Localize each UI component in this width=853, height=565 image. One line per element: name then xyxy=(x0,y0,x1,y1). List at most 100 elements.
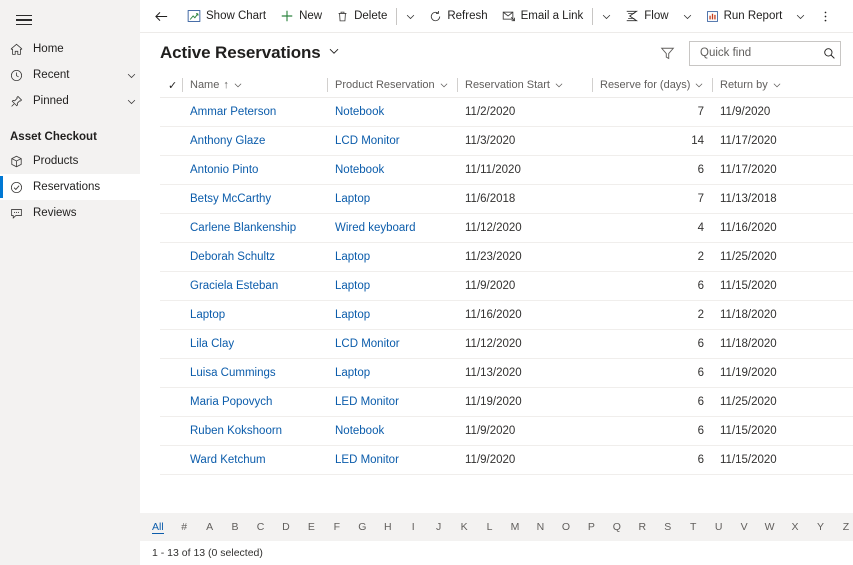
cell-name[interactable]: Laptop xyxy=(182,300,327,330)
alpha-filter-all[interactable]: All xyxy=(152,521,164,534)
view-selector[interactable]: Active Reservations xyxy=(160,43,340,63)
sidebar-item-pinned[interactable]: Pinned xyxy=(0,88,140,114)
table-row[interactable]: Lila Clay LCD Monitor 11/12/2020 6 11/18/202… xyxy=(160,329,853,359)
run-report-caret-icon[interactable] xyxy=(789,0,812,32)
table-row[interactable]: Ruben Kokshoorn Notebook 11/9/2020 6 11/15/2… xyxy=(160,416,853,446)
table-row[interactable]: Laptop Laptop 11/16/2020 2 11/18/2020 xyxy=(160,300,853,330)
alpha-filter-t[interactable]: T xyxy=(688,521,698,533)
cell-product[interactable]: Laptop xyxy=(327,300,457,330)
alpha-filter-x[interactable]: X xyxy=(790,521,800,533)
filter-icon[interactable] xyxy=(653,39,681,67)
cell-product[interactable]: LCD Monitor xyxy=(327,329,457,359)
cell-product[interactable]: Notebook xyxy=(327,155,457,185)
alpha-filter-k[interactable]: K xyxy=(459,521,469,533)
flow-button[interactable]: Flow xyxy=(618,0,675,32)
alpha-filter-o[interactable]: O xyxy=(561,521,571,533)
row-checkbox[interactable] xyxy=(160,213,182,243)
new-button[interactable]: New xyxy=(273,0,329,32)
cell-name[interactable]: Antonio Pinto xyxy=(182,155,327,185)
column-header-reserve-for-days[interactable]: Reserve for (days) xyxy=(592,73,712,98)
alpha-filter-h[interactable]: H xyxy=(383,521,393,533)
alpha-filter-c[interactable]: C xyxy=(255,521,265,533)
email-a-link-caret-icon[interactable] xyxy=(595,0,618,32)
cell-name[interactable]: Betsy McCarthy xyxy=(182,184,327,214)
column-header-return-by[interactable]: Return by xyxy=(712,73,853,98)
cell-name[interactable]: Luisa Cummings xyxy=(182,358,327,388)
cell-product[interactable]: Notebook xyxy=(327,97,457,127)
cell-product[interactable]: Laptop xyxy=(327,358,457,388)
alpha-filter-q[interactable]: Q xyxy=(612,521,622,533)
cell-name[interactable]: Ammar Peterson xyxy=(182,97,327,127)
chevron-down-icon[interactable] xyxy=(122,70,140,81)
row-checkbox[interactable] xyxy=(160,97,182,127)
table-row[interactable]: Luisa Cummings Laptop 11/13/2020 6 11/19/202… xyxy=(160,358,853,388)
cell-name[interactable]: Ward Ketchum xyxy=(182,445,327,475)
table-row[interactable]: Ammar Peterson Notebook 11/2/2020 7 11/9/202… xyxy=(160,97,853,127)
alpha-filter-l[interactable]: L xyxy=(485,521,495,533)
table-row[interactable]: Graciela Esteban Laptop 11/9/2020 6 11/15/20… xyxy=(160,271,853,301)
row-checkbox[interactable] xyxy=(160,155,182,185)
chevron-down-icon[interactable] xyxy=(122,96,140,107)
alpha-filter-b[interactable]: B xyxy=(230,521,240,533)
cell-product[interactable]: LED Monitor xyxy=(327,387,457,417)
alpha-filter-z[interactable]: Z xyxy=(841,521,851,533)
table-row[interactable]: Deborah Schultz Laptop 11/23/2020 2 11/25/20… xyxy=(160,242,853,272)
cell-product[interactable]: LED Monitor xyxy=(327,445,457,475)
cell-name[interactable]: Lila Clay xyxy=(182,329,327,359)
show-chart-button[interactable]: Show Chart xyxy=(180,0,273,32)
table-row[interactable]: Maria Popovych LED Monitor 11/19/2020 6 11/2… xyxy=(160,387,853,417)
search-icon[interactable] xyxy=(821,47,838,60)
cell-product[interactable]: LCD Monitor xyxy=(327,126,457,156)
row-checkbox[interactable] xyxy=(160,126,182,156)
column-header-reservation-start[interactable]: Reservation Start xyxy=(457,73,592,98)
alpha-filter-u[interactable]: U xyxy=(714,521,724,533)
table-row[interactable]: Anthony Glaze LCD Monitor 11/3/2020 14 11/17… xyxy=(160,126,853,156)
table-row[interactable]: Betsy McCarthy Laptop 11/6/2018 7 11/13/2018 xyxy=(160,184,853,214)
row-checkbox[interactable] xyxy=(160,358,182,388)
sidebar-item-reviews[interactable]: Reviews xyxy=(0,200,140,226)
alpha-filter-w[interactable]: W xyxy=(765,521,775,533)
delete-button[interactable]: Delete xyxy=(329,0,394,32)
alpha-filter-s[interactable]: S xyxy=(663,521,673,533)
cell-product[interactable]: Laptop xyxy=(327,184,457,214)
search-box[interactable] xyxy=(689,40,841,66)
alpha-filter-p[interactable]: P xyxy=(586,521,596,533)
row-checkbox[interactable] xyxy=(160,184,182,214)
alpha-filter-g[interactable]: G xyxy=(357,521,367,533)
alpha-filter-n[interactable]: N xyxy=(535,521,545,533)
cell-product[interactable]: Wired keyboard xyxy=(327,213,457,243)
alpha-filter-f[interactable]: F xyxy=(332,521,342,533)
cell-product[interactable]: Laptop xyxy=(327,242,457,272)
table-row[interactable]: Ward Ketchum LED Monitor 11/9/2020 6 11/15/2… xyxy=(160,445,853,475)
alpha-filter-a[interactable]: A xyxy=(205,521,215,533)
row-checkbox[interactable] xyxy=(160,329,182,359)
refresh-button[interactable]: Refresh xyxy=(422,0,494,32)
sidebar-item-reservations[interactable]: Reservations xyxy=(0,174,140,200)
cell-name[interactable]: Anthony Glaze xyxy=(182,126,327,156)
alpha-filter-r[interactable]: R xyxy=(637,521,647,533)
cell-name[interactable]: Deborah Schultz xyxy=(182,242,327,272)
flow-caret-icon[interactable] xyxy=(676,0,699,32)
alpha-filter-i[interactable]: I xyxy=(408,521,418,533)
alpha-filter-y[interactable]: Y xyxy=(815,521,825,533)
sidebar-item-products[interactable]: Products xyxy=(0,148,140,174)
row-checkbox[interactable] xyxy=(160,300,182,330)
back-arrow-icon[interactable] xyxy=(146,0,176,32)
select-all-checkbox[interactable]: ✓ xyxy=(160,73,182,98)
row-checkbox[interactable] xyxy=(160,445,182,475)
alpha-filter-m[interactable]: M xyxy=(510,521,520,533)
cell-name[interactable]: Maria Popovych xyxy=(182,387,327,417)
column-header-name[interactable]: Name ↑ xyxy=(182,73,327,98)
run-report-button[interactable]: Run Report xyxy=(699,0,790,32)
table-row[interactable]: Antonio Pinto Notebook 11/11/2020 6 11/17/20… xyxy=(160,155,853,185)
cell-name[interactable]: Carlene Blankenship xyxy=(182,213,327,243)
cell-product[interactable]: Notebook xyxy=(327,416,457,446)
alpha-filter-j[interactable]: J xyxy=(434,521,444,533)
table-row[interactable]: Carlene Blankenship Wired keyboard 11/12/2… xyxy=(160,213,853,243)
more-commands-icon[interactable] xyxy=(812,0,838,32)
alpha-filter-hash[interactable]: # xyxy=(179,521,189,533)
cell-name[interactable]: Ruben Kokshoorn xyxy=(182,416,327,446)
row-checkbox[interactable] xyxy=(160,271,182,301)
row-checkbox[interactable] xyxy=(160,387,182,417)
cell-product[interactable]: Laptop xyxy=(327,271,457,301)
